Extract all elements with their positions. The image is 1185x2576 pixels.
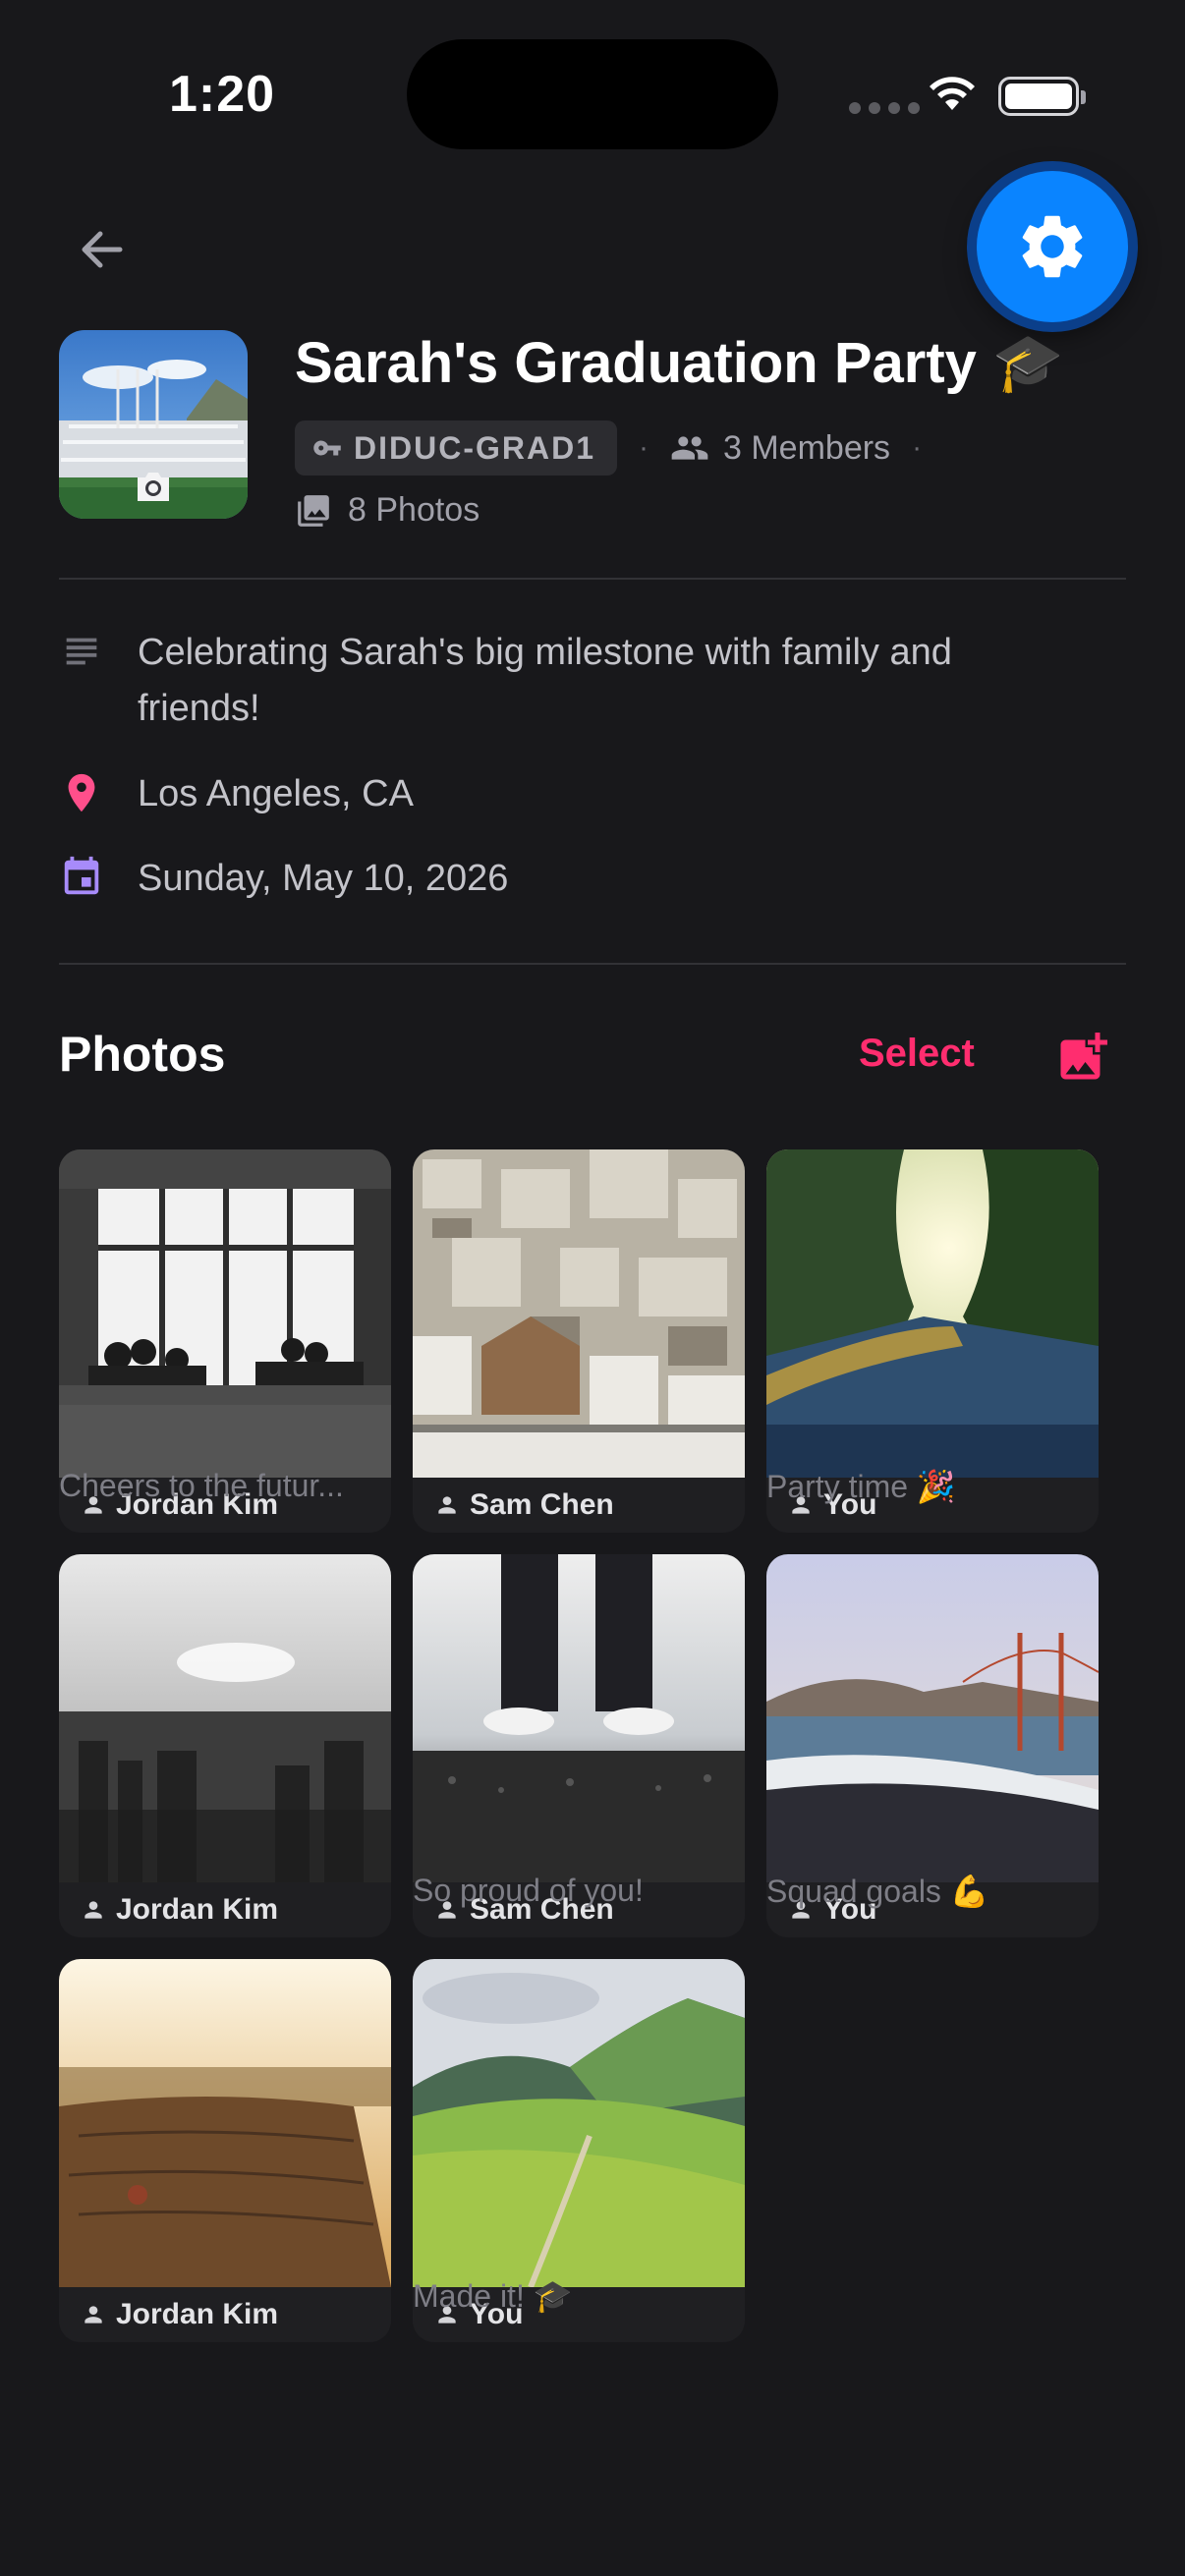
album-cover-image[interactable]	[59, 330, 248, 519]
dynamic-island	[407, 39, 778, 149]
photo-caption: Made it! 🎓	[413, 2278, 573, 2314]
select-button[interactable]: Select	[859, 1032, 975, 1076]
photo-thumbnail[interactable]	[766, 1554, 1099, 1882]
photo-thumbnail[interactable]	[59, 1959, 391, 2287]
gear-icon	[1022, 215, 1083, 278]
photo-caption: Cheers to the futur...	[59, 1468, 344, 1503]
photos-section-title: Photos	[59, 1027, 226, 1082]
photo-card[interactable]: Sam Chen So proud of you!	[413, 1554, 745, 1937]
person-icon	[438, 1496, 456, 1514]
photo-footer: Jordan Kim	[59, 2287, 391, 2342]
photo-thumbnail[interactable]	[413, 1959, 745, 2287]
battery-icon	[998, 77, 1086, 116]
photo-caption: Party time 🎉	[766, 1469, 956, 1504]
photo-card[interactable]: You Made it! 🎓	[413, 1959, 745, 2342]
key-icon	[313, 440, 341, 456]
uploader-name: Jordan Kim	[116, 1893, 279, 1926]
uploader-name: Jordan Kim	[116, 2298, 279, 2330]
wifi-icon	[930, 77, 975, 110]
person-icon	[85, 2306, 102, 2324]
photo-thumbnail[interactable]	[413, 1554, 745, 1882]
photo-footer: Sam Chen	[413, 1478, 745, 1533]
photo-card[interactable]: You Party time 🎉	[766, 1149, 1099, 1533]
photo-thumbnail[interactable]	[59, 1149, 391, 1478]
photo-card[interactable]: Sam Chen	[413, 1149, 745, 1533]
description-row: Celebrating Sarah's big milestone with f…	[59, 625, 1081, 737]
cellular-signal-icon	[849, 102, 920, 114]
photos-count: 8 Photos	[295, 491, 480, 530]
group-icon	[671, 436, 708, 460]
separator: ·	[912, 431, 923, 464]
photo-caption: So proud of you!	[413, 1873, 644, 1908]
date-row[interactable]: Sunday, May 10, 2026	[59, 851, 1081, 907]
photo-card[interactable]: You Squad goals 💪	[766, 1554, 1099, 1937]
date-text: Sunday, May 10, 2026	[138, 858, 509, 899]
person-icon	[85, 1901, 102, 1919]
members-label: 3 Members	[723, 428, 891, 467]
add-photo-icon[interactable]	[1053, 1028, 1112, 1087]
back-button[interactable]	[71, 218, 134, 281]
camera-icon	[138, 473, 169, 501]
location-text: Los Angeles, CA	[138, 773, 414, 814]
members-count[interactable]: 3 Members	[670, 428, 890, 468]
location-row[interactable]: Los Angeles, CA	[59, 766, 1081, 822]
event-code: DIDUC-GRAD1	[354, 429, 595, 466]
divider	[59, 963, 1126, 965]
photo-card[interactable]: Jordan Kim	[59, 1554, 391, 1937]
photo-card[interactable]: Jordan Kim Cheers to the futur...	[59, 1149, 391, 1533]
photo-thumbnail[interactable]	[413, 1149, 745, 1478]
photo-library-icon	[298, 494, 329, 527]
photo-card[interactable]: Jordan Kim	[59, 1959, 391, 2342]
separator: ·	[639, 431, 649, 464]
photo-caption: Squad goals 💪	[766, 1874, 989, 1909]
photo-thumbnail[interactable]	[766, 1149, 1099, 1478]
uploader-name: Sam Chen	[470, 1488, 614, 1521]
event-meta: DIDUC-GRAD1 · 3 Members ·	[295, 420, 922, 476]
divider	[59, 578, 1126, 580]
calendar-icon	[64, 856, 99, 895]
status-time: 1:20	[169, 66, 276, 123]
photo-thumbnail[interactable]	[59, 1554, 391, 1882]
settings-button[interactable]	[977, 171, 1128, 322]
page-title: Sarah's Graduation Party 🎓	[295, 331, 1064, 395]
event-code-chip[interactable]: DIDUC-GRAD1	[295, 420, 617, 476]
notes-icon	[66, 638, 97, 665]
photo-footer: Jordan Kim	[59, 1882, 391, 1937]
location-pin-icon	[68, 773, 95, 812]
photos-count-label: 8 Photos	[348, 491, 480, 529]
description-text: Celebrating Sarah's big milestone with f…	[138, 632, 952, 729]
